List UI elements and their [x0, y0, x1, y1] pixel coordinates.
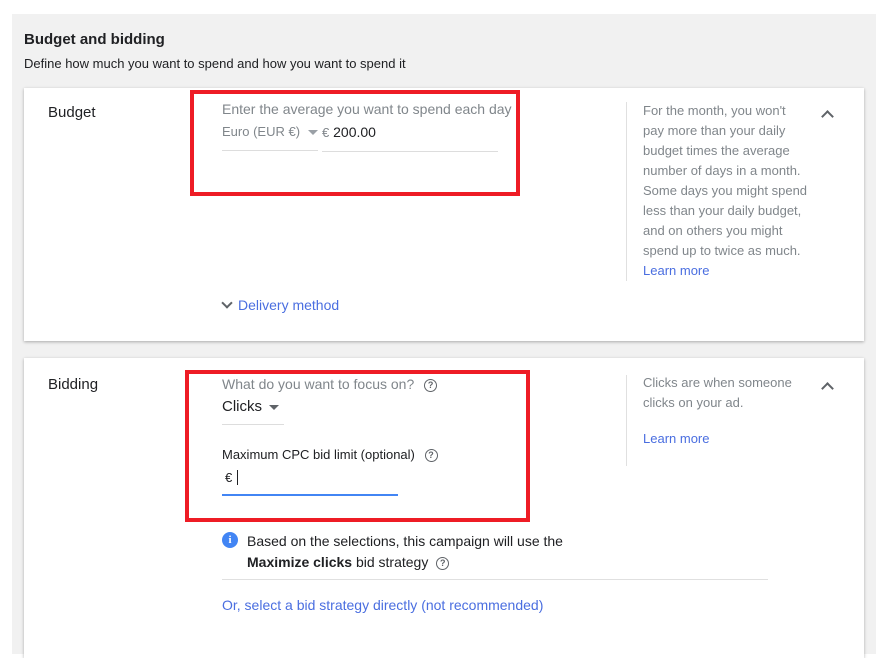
chevron-down-icon: [221, 297, 233, 309]
divider: [626, 102, 627, 281]
info-prefix: Based on the selections, this campaign w…: [247, 533, 563, 549]
delivery-method-toggle[interactable]: Delivery method: [221, 297, 339, 313]
divider: [626, 375, 627, 466]
budget-label: Budget: [48, 104, 96, 121]
highlight-box: [185, 370, 530, 522]
budget-learn-more-link[interactable]: Learn more: [643, 263, 709, 278]
info-suffix: bid strategy: [355, 554, 429, 570]
info-icon: i: [222, 532, 238, 548]
highlight-box: [190, 90, 520, 196]
bidding-help: Clicks are when someone clicks on your a…: [643, 375, 792, 410]
info-strategy: Maximize clicks: [247, 554, 353, 570]
bidding-learn-more-link[interactable]: Learn more: [643, 431, 709, 446]
delivery-method-link[interactable]: Delivery method: [238, 297, 339, 313]
strategy-info: Based on the selections, this campaign w…: [247, 531, 607, 573]
divider: [222, 579, 768, 580]
section-title: Budget and bidding: [24, 31, 165, 48]
collapse-chevron-up-icon[interactable]: [821, 110, 834, 123]
section-subtitle: Define how much you want to spend and ho…: [24, 56, 406, 71]
select-strategy-link[interactable]: Or, select a bid strategy directly (not …: [222, 597, 543, 613]
bidding-label: Bidding: [48, 376, 99, 393]
collapse-chevron-up-icon[interactable]: [821, 382, 834, 395]
help-icon[interactable]: ?: [436, 556, 450, 570]
budget-help-text: For the month, you won't pay more than y…: [643, 103, 808, 258]
budget-help: For the month, you won't pay more than y…: [643, 101, 808, 281]
